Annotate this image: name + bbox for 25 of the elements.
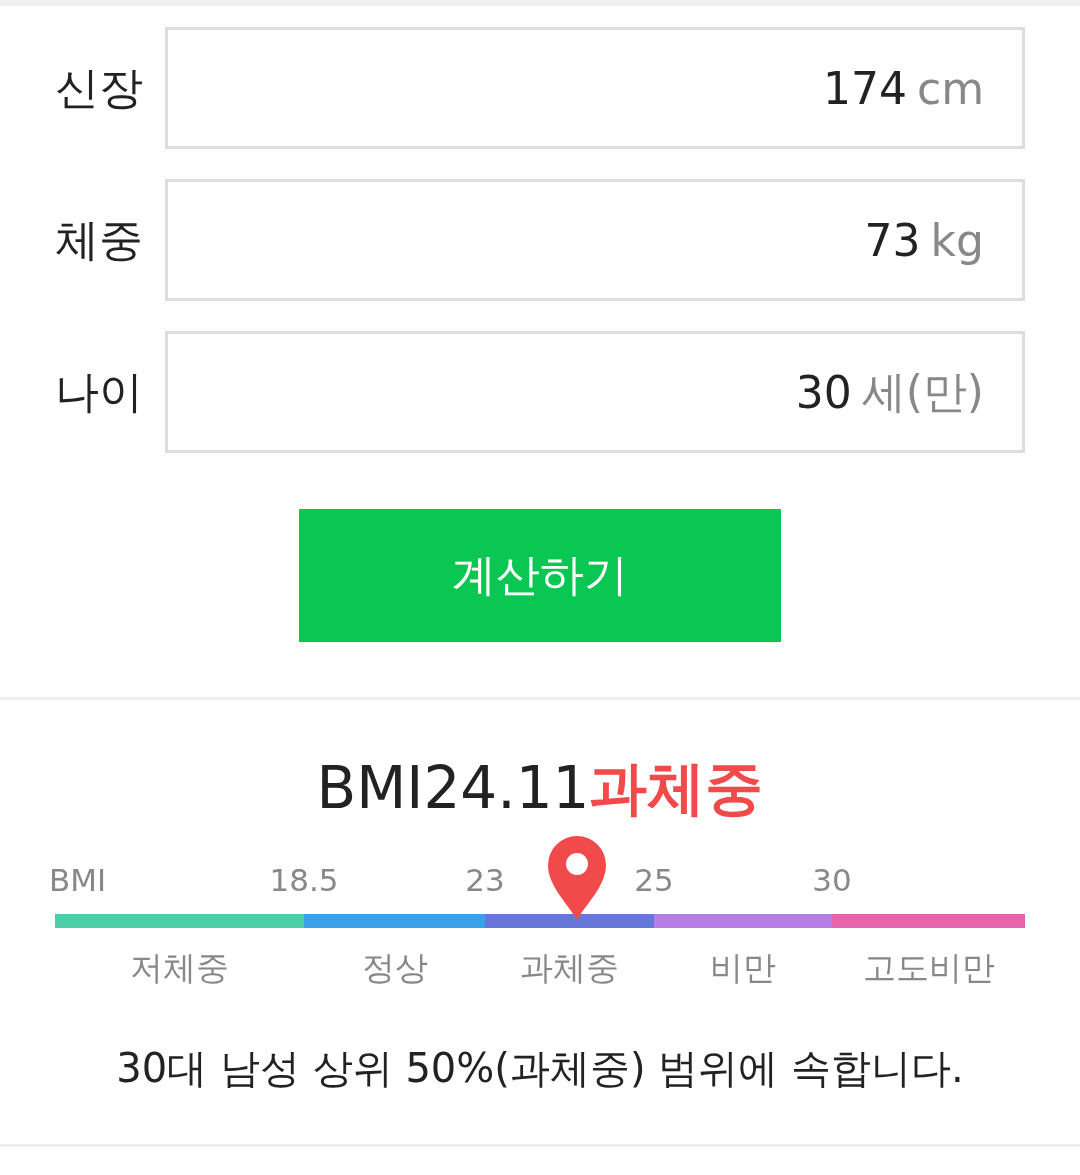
input-field[interactable]: 174 cm — [165, 27, 1025, 149]
category-label: 저체중 — [130, 947, 229, 989]
field-label: 신장 — [55, 60, 144, 115]
marker-pin-icon — [545, 834, 608, 922]
tick-label: BMI — [49, 862, 107, 898]
unit-label: cm — [916, 62, 984, 114]
unit-label: kg — [930, 214, 984, 266]
value-input[interactable]: 30 — [168, 366, 852, 418]
input-field[interactable]: 73 kg — [165, 179, 1025, 301]
result-title: BMI24.11과체중 — [315, 753, 765, 824]
category-label: 과체중 — [520, 947, 619, 989]
value-input[interactable]: 174 — [168, 62, 907, 114]
field-label: 나이 — [55, 364, 144, 419]
category-label: 비만 — [710, 947, 776, 989]
summary-text: 30대 남성 상위 50%(과체중) 범위에 속합니다. — [115, 1044, 965, 1093]
tick-label: 23 — [465, 862, 505, 898]
tick-label: 25 — [634, 862, 674, 898]
value-input[interactable]: 73 — [168, 214, 921, 266]
tick-label: 30 — [812, 862, 852, 898]
category-label: 정상 — [361, 947, 428, 989]
input-field[interactable]: 30 세(만) — [165, 331, 1025, 453]
tick-label: 18.5 — [269, 862, 339, 898]
unit-label: 세(만) — [861, 364, 984, 419]
category-label: 고도비만 — [862, 947, 995, 989]
field-label: 체중 — [55, 212, 144, 267]
